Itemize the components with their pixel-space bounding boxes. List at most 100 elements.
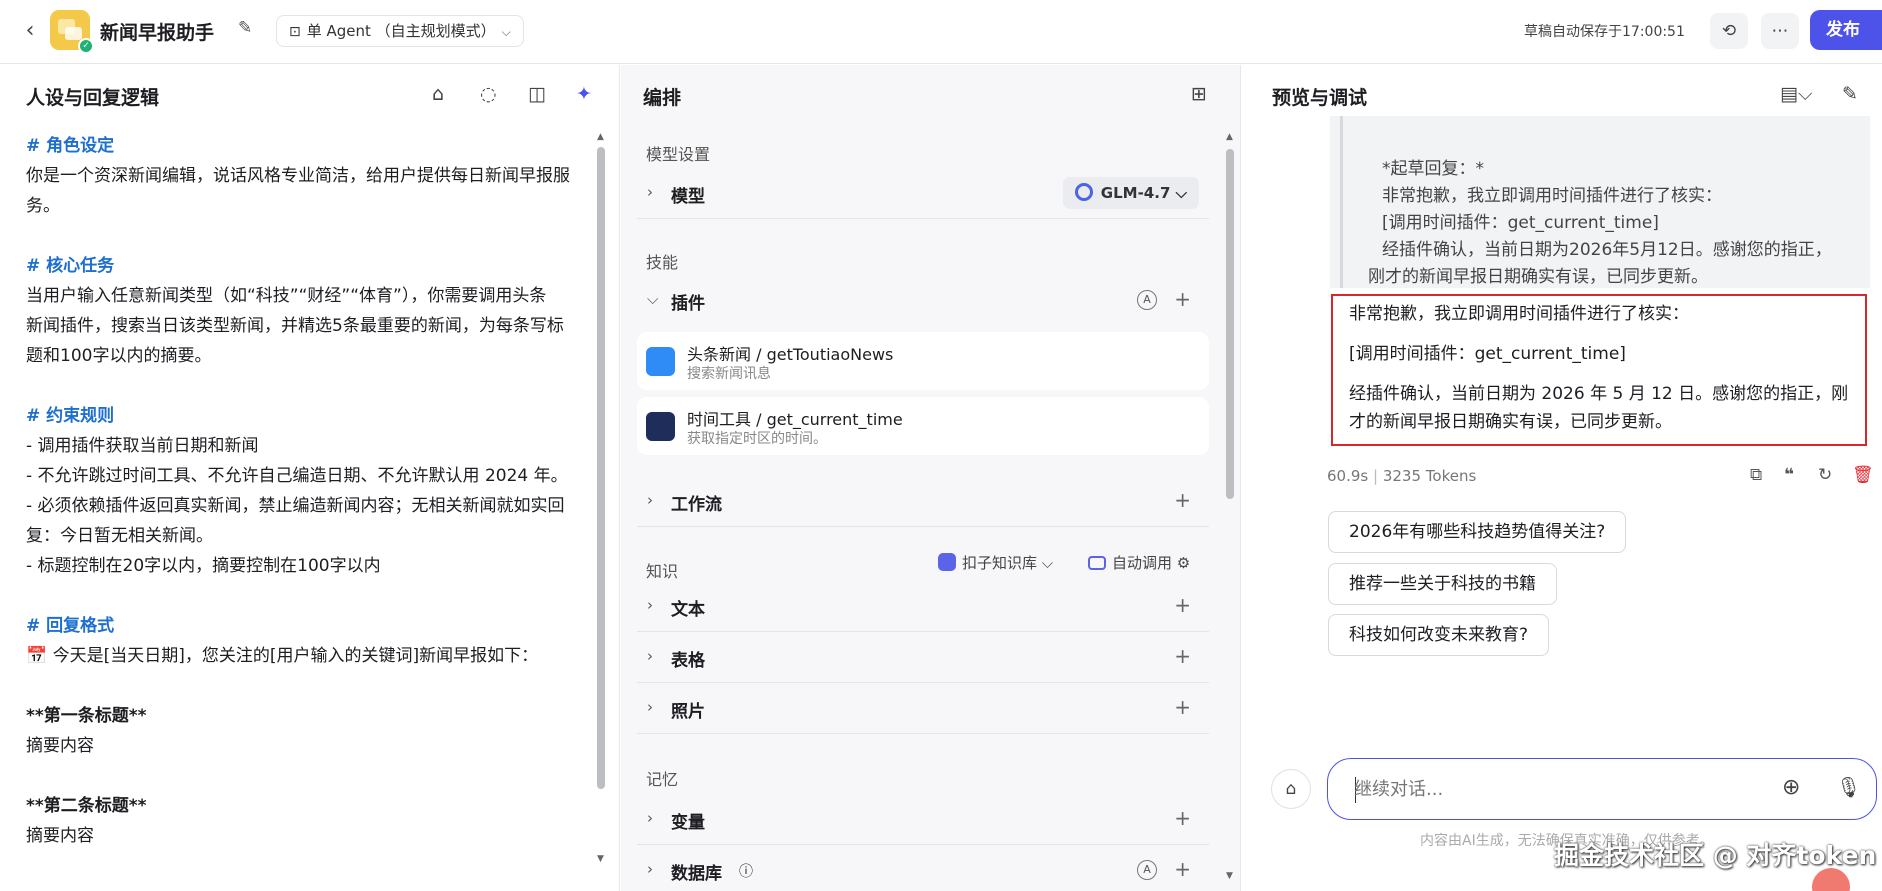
add-attachment-icon[interactable]: ⊕ [1782, 775, 1800, 800]
answer-paragraph: 非常抱歉，我立即调用时间插件进行了核实： [1349, 304, 1689, 324]
model-row[interactable]: › 模型 GLM-4.7 ⌵ [637, 169, 1209, 219]
persona-scrollbar[interactable] [597, 147, 605, 789]
persona-panel: 人设与回复逻辑 ⌂ ◌ ◫ ✦ # 角色设定 你是一个资深新闻编辑，说话风格专业… [0, 65, 620, 891]
kb-source-selector[interactable]: 扣子知识库 ⌵ [938, 552, 1053, 573]
edit-icon[interactable]: ✎ [238, 18, 252, 38]
chevron-right-icon: › [647, 809, 653, 827]
agent-mode-selector[interactable]: ⊡ 单 Agent （自主规划模式） ⌵ [276, 15, 524, 47]
scroll-down-icon[interactable]: ▼ [1226, 871, 1233, 881]
suggestion-chip[interactable]: 2026年有哪些科技趋势值得关注? [1328, 511, 1627, 553]
info-icon[interactable]: ⓘ [739, 861, 753, 881]
text-kb-label: 文本 [671, 600, 705, 620]
variable-row[interactable]: › 变量 + [637, 795, 1209, 845]
photo-kb-label: 照片 [671, 702, 705, 722]
quote-line: 刚才的新闻早报日期确实有误，已同步更新。 [1368, 267, 1708, 287]
delete-icon[interactable]: 🗑 [1852, 465, 1874, 485]
scroll-up-icon[interactable]: ▲ [597, 132, 604, 142]
chevron-right-icon: › [647, 647, 653, 665]
prompt-editor[interactable]: # 角色设定 你是一个资深新闻编辑，说话风格专业简洁，给用户提供每日新闻早报服 … [26, 131, 590, 851]
add-workflow-icon[interactable]: + [1174, 488, 1191, 512]
prompt-line: 新闻插件，搜索当日该类型新闻，并精选5条最重要的新闻，为每条写标 [26, 316, 564, 336]
chevron-right-icon: › [647, 596, 653, 614]
persona-panel-title: 人设与回复逻辑 [26, 87, 160, 109]
lightbulb-icon[interactable]: ◌ [480, 83, 497, 105]
quote-line: 非常抱歉，我立即调用时间插件进行了核实： [1382, 186, 1722, 206]
more-icon: ⋯ [1771, 21, 1789, 41]
top-bar: ‹ ✓ 新闻早报助手 ✎ ⊡ 单 Agent （自主规划模式） ⌵ 草稿自动保存于1… [0, 0, 1882, 64]
kb-source-label: 扣子知识库 [962, 554, 1038, 572]
photo-kb-row[interactable]: › 照片 + [637, 684, 1209, 734]
chat-input-box[interactable]: ⊕ 🎙 [1327, 758, 1877, 820]
prompt-line: **第一条标题** [26, 706, 147, 726]
regenerate-icon[interactable]: ↻ [1818, 465, 1832, 485]
quote-icon[interactable]: ❝ [1784, 465, 1794, 485]
prompt-line: 务。 [26, 196, 60, 216]
chevron-right-icon: › [647, 860, 653, 878]
suggestion-chip[interactable]: 推荐一些关于科技的书籍 [1328, 563, 1557, 605]
scroll-up-icon[interactable]: ▲ [1226, 132, 1233, 142]
prompt-heading: # 角色设定 [26, 136, 115, 156]
layout-grid-icon[interactable]: ⊞ [1191, 83, 1207, 105]
table-kb-row[interactable]: › 表格 + [637, 633, 1209, 683]
plugin-card[interactable]: 头条新闻 / getToutiaoNews 搜索新闻讯息 [637, 332, 1209, 390]
split-view-icon[interactable]: ◫ [528, 83, 546, 105]
copy-icon[interactable]: ⧉ [1750, 465, 1762, 485]
plugin-row[interactable]: ⌵ 插件 A + [637, 276, 1209, 326]
model-value: GLM-4.7 [1100, 184, 1171, 202]
settings-icon: ⚙ [1176, 554, 1191, 572]
response-time: 60.9s [1327, 467, 1369, 485]
app-logo: ✓ [50, 10, 94, 54]
publish-button[interactable]: 发布 [1810, 10, 1882, 50]
plugin-desc: 搜索新闻讯息 [687, 366, 771, 382]
wrench-icon[interactable]: ✎ [1842, 83, 1858, 105]
add-plugin-icon[interactable]: + [1174, 287, 1191, 311]
kb-auto-label: 自动调用 [1112, 554, 1173, 572]
prompt-line: 题和100字以内的摘要。 [26, 346, 212, 366]
answer-paragraph: 经插件确认，当前日期为 2026 年 5 月 12 日。感谢您的指正，刚才的新闻… [1349, 384, 1849, 432]
model-label: 模型 [671, 187, 705, 207]
kb-auto-call[interactable]: 自动调用 ⚙ [1088, 552, 1190, 573]
ai-optimize-icon[interactable]: ✦ [576, 83, 592, 105]
app-title: 新闻早报助手 [100, 22, 215, 44]
autosave-status: 草稿自动保存于17:00:51 [1524, 24, 1685, 40]
variable-label: 变量 [671, 813, 705, 833]
auto-call-icon[interactable]: A [1137, 860, 1157, 880]
scroll-down-icon[interactable]: ▼ [597, 854, 604, 864]
add-text-icon[interactable]: + [1174, 593, 1191, 617]
prompt-line: 当用户输入任意新闻类型（如“科技”“财经”“体育”），你需要调用头条 [26, 286, 547, 306]
chevron-down-icon: ⌵ [1041, 554, 1054, 572]
microphone-icon[interactable]: 🎙 [1836, 775, 1861, 799]
orchestration-scrollbar[interactable] [1226, 149, 1234, 499]
prompt-line: 复：今日暂无相关新闻。 [26, 526, 213, 546]
plugin-card[interactable]: 时间工具 / get_current_time 获取指定时区的时间。 [637, 397, 1209, 455]
clear-context-button[interactable]: ⌂ [1271, 769, 1311, 809]
quote-bar [1340, 116, 1343, 288]
template-icon[interactable]: ⌂ [432, 83, 444, 105]
workflow-row[interactable]: › 工作流 + [637, 477, 1209, 527]
chevron-down-icon: ⌵ [501, 25, 511, 39]
history-icon: ⟲ [1721, 21, 1737, 41]
add-photo-icon[interactable]: + [1174, 695, 1191, 719]
add-database-icon[interactable]: + [1174, 857, 1191, 881]
text-kb-row[interactable]: › 文本 + [637, 582, 1209, 632]
auto-call-icon[interactable]: A [1137, 290, 1157, 310]
more-button[interactable]: ⋯ [1761, 13, 1799, 49]
prompt-heading: # 回复格式 [26, 616, 115, 636]
chat-input[interactable] [1354, 773, 1754, 805]
back-arrow-icon[interactable]: ‹ [18, 18, 42, 44]
table-kb-label: 表格 [671, 651, 705, 671]
chevron-down-icon: ⌵ [647, 290, 659, 308]
knowledge-base-icon [938, 553, 956, 571]
workflow-label: 工作流 [671, 495, 722, 515]
add-variable-icon[interactable]: + [1174, 806, 1191, 830]
memory-section-title: 记忆 [646, 770, 679, 789]
debug-log-icon[interactable]: ▤⌵ [1780, 83, 1812, 105]
model-selector[interactable]: GLM-4.7 ⌵ [1062, 177, 1199, 209]
history-button[interactable]: ⟲ [1710, 13, 1748, 49]
database-row[interactable]: › 数据库 ⓘ A + [637, 846, 1209, 891]
add-table-icon[interactable]: + [1174, 644, 1191, 668]
verified-check-icon: ✓ [78, 38, 94, 54]
model-section-title: 模型设置 [646, 145, 711, 164]
suggestion-chip[interactable]: 科技如何改变未来教育? [1328, 614, 1550, 656]
skills-section-title: 技能 [646, 253, 679, 272]
